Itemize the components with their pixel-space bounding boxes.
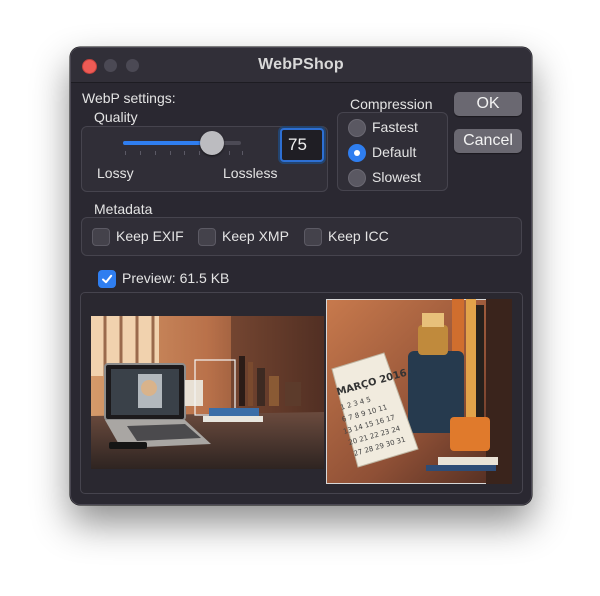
keep-xmp-checkbox[interactable]: [198, 228, 216, 246]
preview-label[interactable]: Preview: 61.5 KB: [122, 270, 229, 286]
cancel-button[interactable]: Cancel: [454, 129, 522, 153]
quality-label: Quality: [94, 109, 138, 125]
radio-default-label[interactable]: Default: [372, 144, 416, 160]
keep-exif-checkbox[interactable]: [92, 228, 110, 246]
compression-label: Compression: [350, 96, 433, 112]
radio-fastest[interactable]: [348, 119, 366, 137]
keep-icc-label[interactable]: Keep ICC: [328, 228, 389, 244]
preview-checkbox[interactable]: [98, 270, 116, 288]
keep-icc-checkbox[interactable]: [304, 228, 322, 246]
quality-value-text: 75: [288, 135, 307, 154]
keep-xmp-label[interactable]: Keep XMP: [222, 228, 289, 244]
window-title: WebPShop: [258, 56, 344, 73]
title-bar: WebPShop: [71, 48, 531, 83]
keep-exif-label[interactable]: Keep EXIF: [116, 228, 184, 244]
quality-slider-fill: [123, 141, 212, 145]
lossless-label: Lossless: [223, 165, 278, 181]
ok-button[interactable]: OK: [454, 92, 522, 116]
radio-slowest-label[interactable]: Slowest: [372, 169, 421, 185]
radio-fastest-label[interactable]: Fastest: [372, 119, 418, 135]
webpshop-dialog: WebPShop WebP settings: Quality Lossy Lo…: [70, 47, 532, 505]
quality-value-field[interactable]: 75: [280, 128, 324, 162]
preview-full-image[interactable]: [91, 316, 324, 469]
webp-settings-label: WebP settings:: [82, 90, 176, 106]
lossy-label: Lossy: [97, 165, 134, 181]
quality-slider-thumb[interactable]: [199, 131, 224, 155]
radio-default[interactable]: [348, 144, 366, 162]
checkmark-icon: [102, 274, 113, 284]
preview-panel: MARÇO 2016 1 2 3 4 5 6 7 8 9 10 11 13 14…: [80, 292, 523, 494]
metadata-label: Metadata: [94, 201, 153, 217]
quality-slider-ticks: [125, 151, 243, 155]
preview-zoom-image[interactable]: MARÇO 2016 1 2 3 4 5 6 7 8 9 10 11 13 14…: [326, 299, 512, 484]
radio-slowest[interactable]: [348, 169, 366, 187]
